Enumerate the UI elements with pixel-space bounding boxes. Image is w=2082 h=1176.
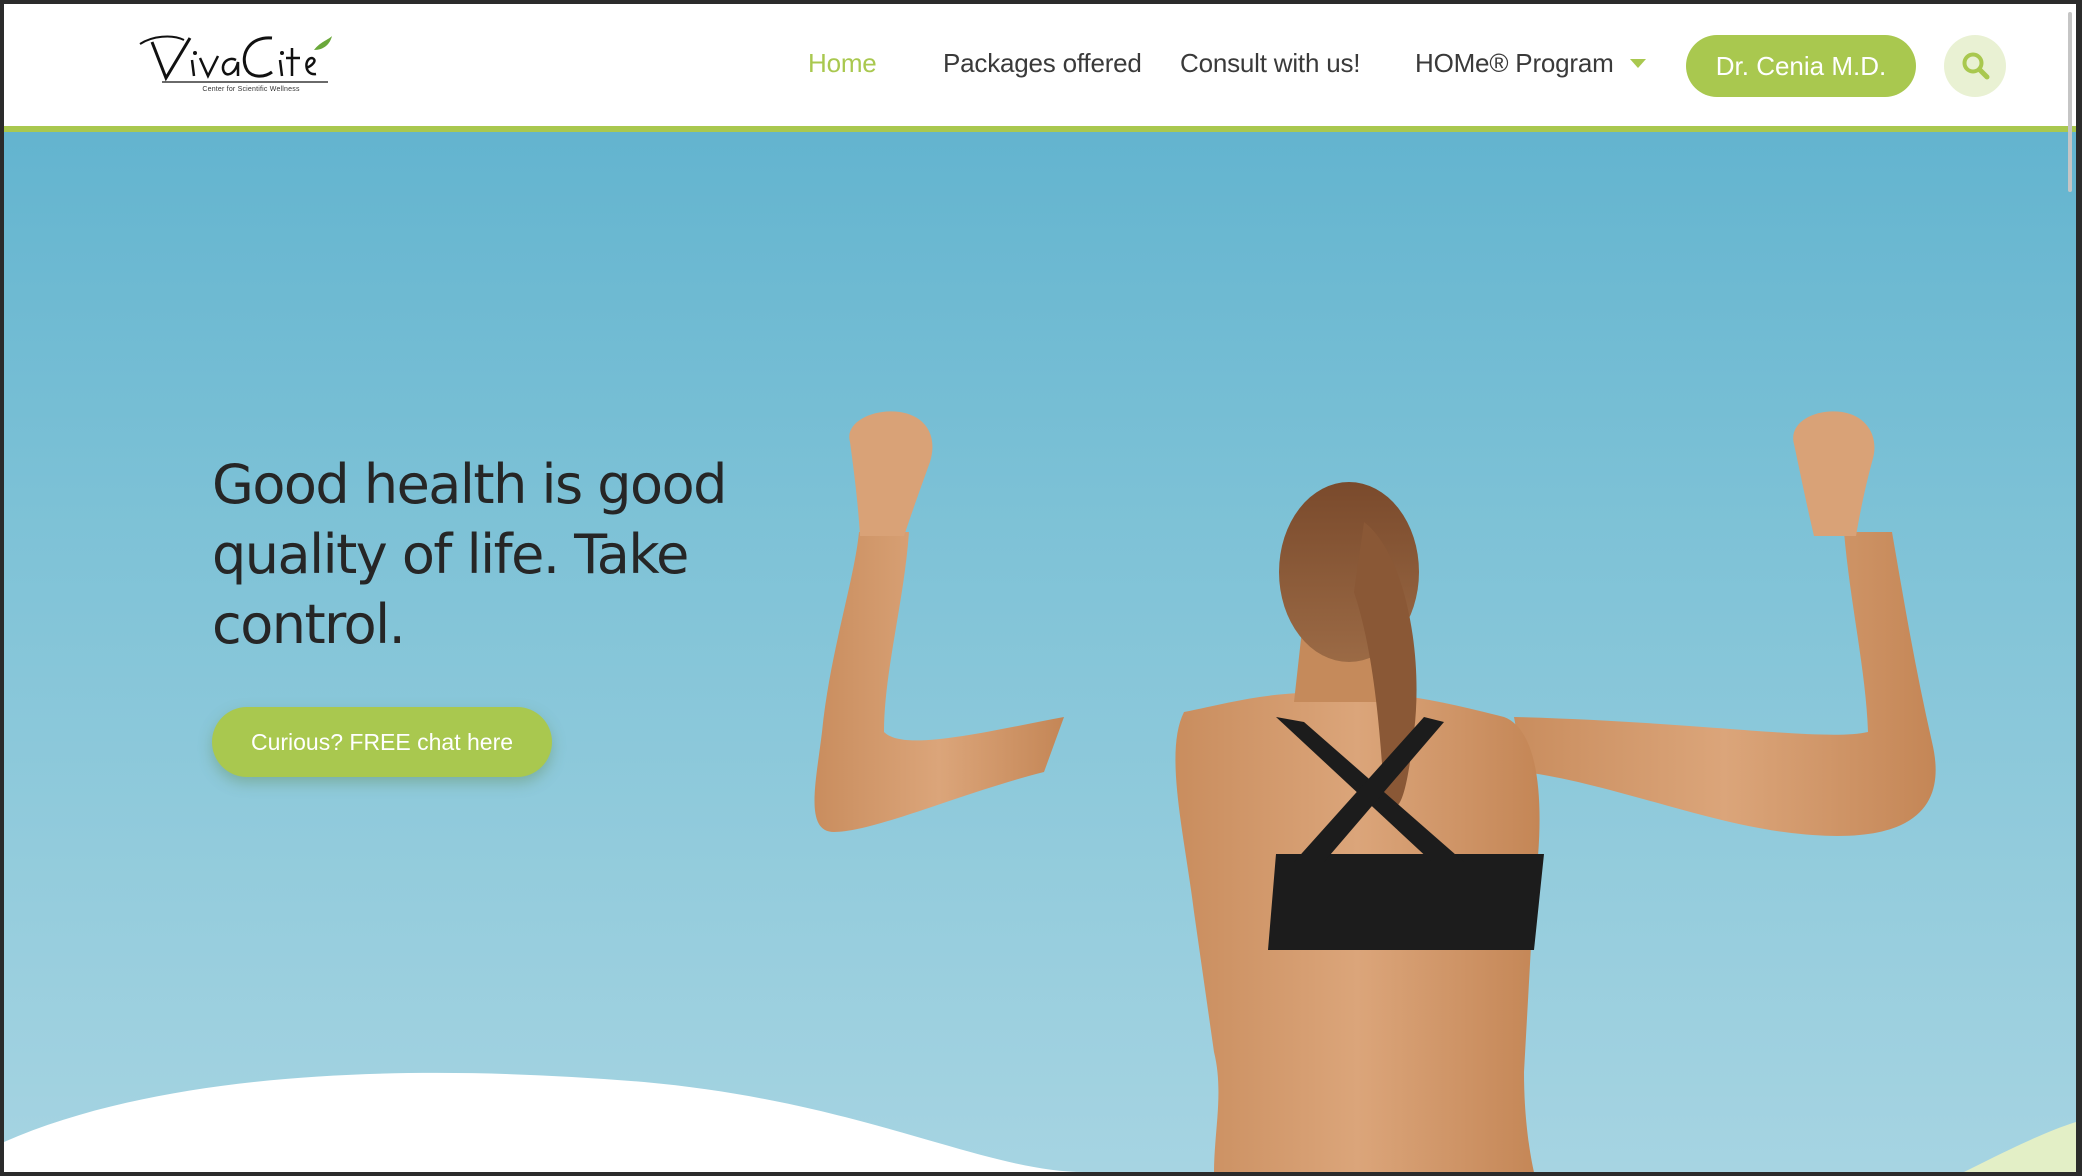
- search-icon: [1962, 52, 1990, 80]
- hero-headline: Good health is good quality of life. Tak…: [212, 453, 727, 656]
- free-chat-button[interactable]: Curious? FREE chat here: [212, 707, 552, 777]
- scrollbar-thumb[interactable]: [2068, 12, 2072, 192]
- page-scrollbar[interactable]: [2066, 4, 2076, 1172]
- search-button[interactable]: [1944, 35, 2006, 97]
- chevron-down-icon[interactable]: [1629, 58, 1646, 68]
- site-header: Center for Scientific Wellness Home Pack…: [4, 4, 2076, 132]
- nav-item-home-program[interactable]: HOMe® Program: [1415, 48, 1646, 79]
- hero-section: Good health is good quality of life. Tak…: [4, 132, 2076, 1172]
- nav-item-home[interactable]: Home: [808, 48, 877, 79]
- nav-item-packages-offered[interactable]: Packages offered: [943, 48, 1142, 79]
- doctor-profile-button[interactable]: Dr. Cenia M.D.: [1686, 35, 1916, 97]
- nav-item-home-program-label: HOMe® Program: [1415, 48, 1614, 78]
- brand-tagline: Center for Scientific Wellness: [202, 86, 300, 93]
- browser-viewport: Center for Scientific Wellness Home Pack…: [4, 4, 2076, 1172]
- hero-bottom-wave: [4, 1072, 2076, 1172]
- nav-item-consult[interactable]: Consult with us!: [1180, 48, 1361, 79]
- brand-logo[interactable]: Center for Scientific Wellness: [132, 26, 342, 104]
